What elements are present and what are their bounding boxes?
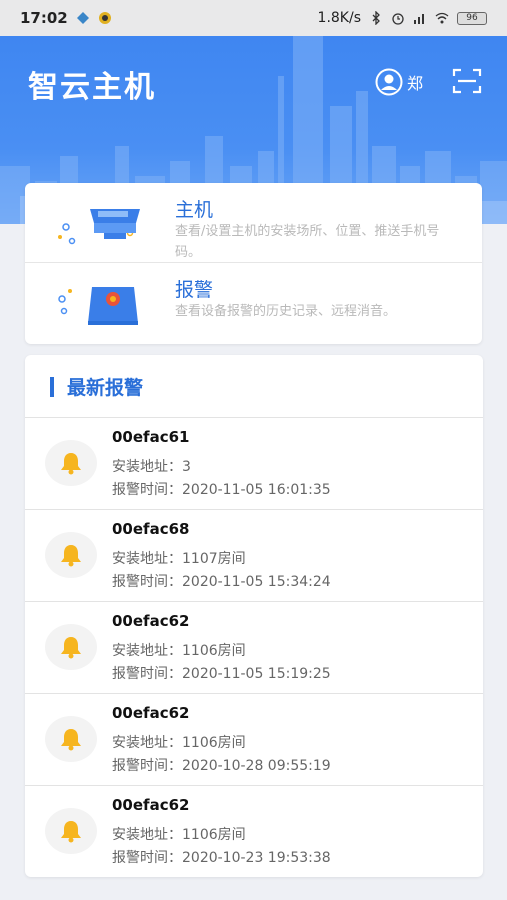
alarm-list-item[interactable]: 00efac62 安装地址：1106房间 报警时间：2020-11-05 15:… [25,602,483,694]
bell-icon [61,821,81,843]
alarm-device-id: 00efac62 [112,796,190,814]
section-accent-bar [50,377,54,397]
alarm-time: 报警时间：2020-10-23 19:53:38 [112,850,331,866]
wifi-icon [435,12,449,24]
alarm-list-item[interactable]: 00efac68 安装地址：1107房间 报警时间：2020-11-05 15:… [25,510,483,602]
alarm-list-item[interactable]: 00efac61 安装地址：3 报警时间：2020-11-05 16:01:35 [25,418,483,510]
latest-alarms-title: 最新报警 [67,377,144,399]
app-title: 智云主机 [28,70,156,105]
app-notification-icon [98,12,111,24]
latest-alarms-card: 最新报警 00efac61 安装地址：3 报警时间：2020-11-05 16:… [25,355,483,877]
module-alarm-desc: 查看设备报警的历史记录、远程消音。 [175,304,397,319]
bell-icon [61,729,81,751]
module-host[interactable]: 主机 查看/设置主机的安装场所、位置、推送手机号码。 [25,183,482,263]
bell-icon-wrap [45,808,97,854]
bell-icon [61,545,81,567]
battery-indicator: 96 [457,11,487,25]
alarm-address: 安装地址：1106房间 [112,735,246,751]
scan-icon[interactable] [452,68,482,94]
alarm-address: 安装地址：1106房间 [112,643,246,659]
host-device-icon [58,209,140,245]
alarm-address: 安装地址：1106房间 [112,827,246,843]
bell-icon [61,637,81,659]
bell-icon-wrap [45,532,97,578]
latest-alarms-header: 最新报警 [25,355,483,418]
alarm-list-item[interactable]: 00efac62 安装地址：1106房间 报警时间：2020-10-23 19:… [25,786,483,877]
user-profile-button[interactable]: 郑 [375,68,423,96]
alarm-device-id: 00efac62 [112,704,190,722]
module-card: 主机 查看/设置主机的安装场所、位置、推送手机号码。 报警 查看设备报警的历史记… [25,183,482,344]
alarm-device-icon [58,287,138,325]
alarm-time: 报警时间：2020-11-05 16:01:35 [112,482,331,498]
alarm-device-id: 00efac62 [112,612,190,630]
app-notification-icon [76,12,89,24]
bell-icon [61,453,81,475]
status-time: 17:02 [20,9,68,27]
bell-icon-wrap [45,624,97,670]
module-host-desc: 查看/设置主机的安装场所、位置、推送手机号码。 [175,224,440,260]
alarm-time: 报警时间：2020-10-28 09:55:19 [112,758,331,774]
alarm-time: 报警时间：2020-11-05 15:34:24 [112,574,331,590]
module-host-title: 主机 [175,199,214,221]
signal-icon [414,14,424,24]
alarm-time: 报警时间：2020-11-05 15:19:25 [112,666,331,682]
status-bar: 17:02 1.8K/s 96 [0,0,507,36]
alarm-clock-icon [392,13,404,25]
alarm-device-id: 00efac61 [112,428,190,446]
alarm-list-item[interactable]: 00efac62 安装地址：1106房间 报警时间：2020-10-28 09:… [25,694,483,786]
user-circle-icon [375,68,403,96]
bell-icon-wrap [45,440,97,486]
bell-icon-wrap [45,716,97,762]
module-alarm[interactable]: 报警 查看设备报警的历史记录、远程消音。 [25,263,482,343]
bluetooth-icon [372,11,380,25]
alarm-device-id: 00efac68 [112,520,190,538]
net-speed: 1.8K/s [317,10,361,26]
user-name: 郑 [407,74,424,93]
alarm-address: 安装地址：1107房间 [112,551,246,567]
alarm-address: 安装地址：3 [112,459,191,475]
module-alarm-title: 报警 [175,279,214,301]
